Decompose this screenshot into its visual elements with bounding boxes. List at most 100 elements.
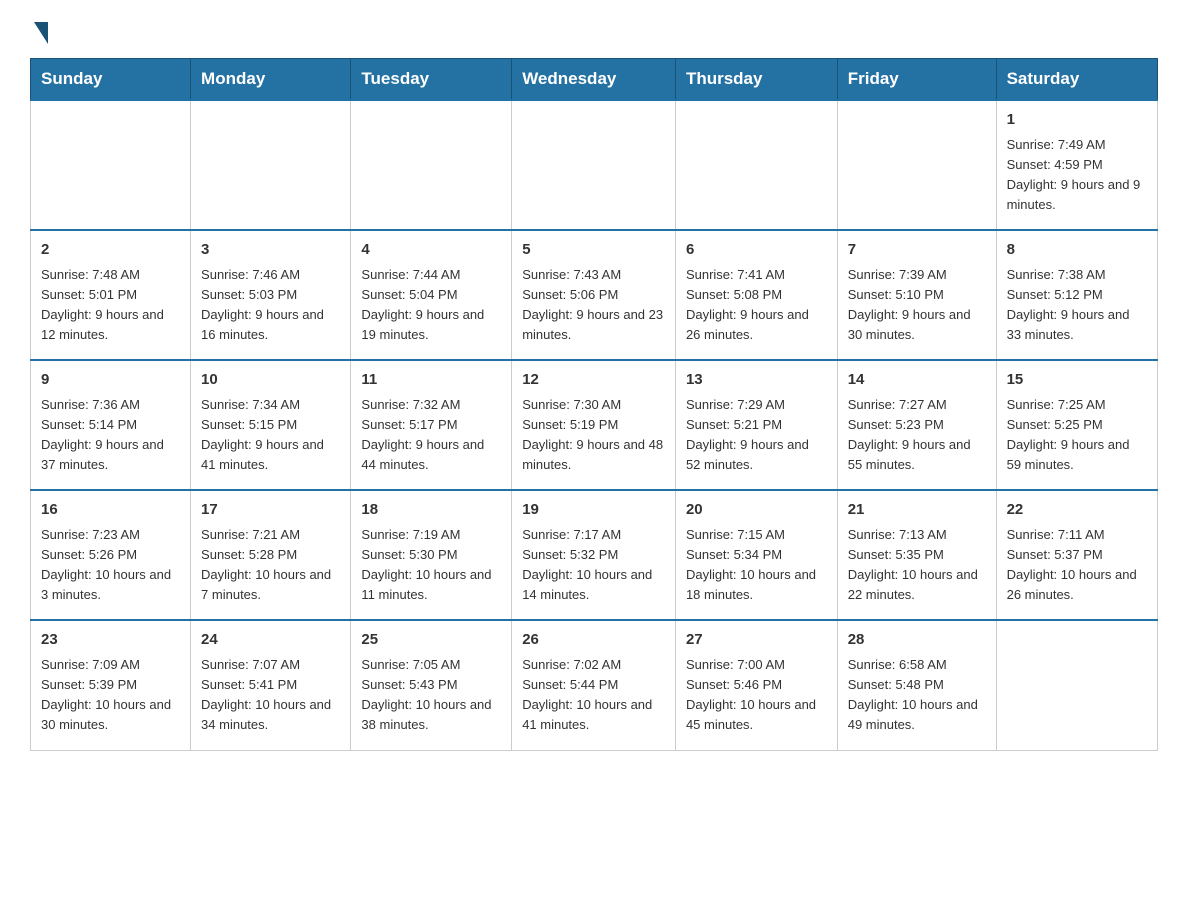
day-info: Sunrise: 7:48 AMSunset: 5:01 PMDaylight:… <box>41 265 180 346</box>
day-number: 8 <box>1007 239 1147 262</box>
day-number: 26 <box>522 629 665 652</box>
day-number: 24 <box>201 629 340 652</box>
day-info: Sunrise: 7:49 AMSunset: 4:59 PMDaylight:… <box>1007 135 1147 216</box>
calendar-cell <box>351 100 512 230</box>
day-number: 15 <box>1007 369 1147 392</box>
weekday-header-saturday: Saturday <box>996 59 1157 101</box>
calendar-cell: 1 Sunrise: 7:49 AMSunset: 4:59 PMDaylight… <box>996 100 1157 230</box>
weekday-header-sunday: Sunday <box>31 59 191 101</box>
calendar-header-row: SundayMondayTuesdayWednesdayThursdayFrid… <box>31 59 1158 101</box>
day-number: 22 <box>1007 499 1147 522</box>
calendar-cell: 22Sunrise: 7:11 AMSunset: 5:37 PMDayligh… <box>996 490 1157 620</box>
day-info: Sunrise: 7:38 AMSunset: 5:12 PMDaylight:… <box>1007 265 1147 346</box>
calendar-cell: 7 Sunrise: 7:39 AMSunset: 5:10 PMDaylight… <box>837 230 996 360</box>
day-info: Sunrise: 7:36 AMSunset: 5:14 PMDaylight:… <box>41 395 180 476</box>
day-info: Sunrise: 7:39 AMSunset: 5:10 PMDaylight:… <box>848 265 986 346</box>
day-number: 19 <box>522 499 665 522</box>
day-number: 23 <box>41 629 180 652</box>
calendar-cell: 10Sunrise: 7:34 AMSunset: 5:15 PMDayligh… <box>191 360 351 490</box>
calendar-cell: 2Sunrise: 7:48 AMSunset: 5:01 PMDaylight… <box>31 230 191 360</box>
weekday-header-friday: Friday <box>837 59 996 101</box>
day-number: 16 <box>41 499 180 522</box>
day-info: Sunrise: 7:09 AMSunset: 5:39 PMDaylight:… <box>41 655 180 736</box>
calendar-cell: 13Sunrise: 7:29 AMSunset: 5:21 PMDayligh… <box>675 360 837 490</box>
calendar-cell: 5 Sunrise: 7:43 AMSunset: 5:06 PMDaylight… <box>512 230 676 360</box>
calendar-cell: 16 Sunrise: 7:23 AMSunset: 5:26 PMDayligh… <box>31 490 191 620</box>
day-number: 20 <box>686 499 827 522</box>
weekday-header-tuesday: Tuesday <box>351 59 512 101</box>
calendar-cell: 20 Sunrise: 7:15 AMSunset: 5:34 PMDayligh… <box>675 490 837 620</box>
calendar-week-row: 2Sunrise: 7:48 AMSunset: 5:01 PMDaylight… <box>31 230 1158 360</box>
calendar-week-row: 9 Sunrise: 7:36 AMSunset: 5:14 PMDaylight… <box>31 360 1158 490</box>
calendar-cell: 23 Sunrise: 7:09 AMSunset: 5:39 PMDayligh… <box>31 620 191 750</box>
day-number: 5 <box>522 239 665 262</box>
day-number: 3 <box>201 239 340 262</box>
day-info: Sunrise: 7:05 AMSunset: 5:43 PMDaylight:… <box>361 655 501 736</box>
calendar-week-row: 23 Sunrise: 7:09 AMSunset: 5:39 PMDayligh… <box>31 620 1158 750</box>
calendar-cell: 24Sunrise: 7:07 AMSunset: 5:41 PMDayligh… <box>191 620 351 750</box>
calendar-cell: 19 Sunrise: 7:17 AMSunset: 5:32 PMDayligh… <box>512 490 676 620</box>
day-info: Sunrise: 7:19 AMSunset: 5:30 PMDaylight:… <box>361 525 501 606</box>
calendar-cell: 6 Sunrise: 7:41 AMSunset: 5:08 PMDaylight… <box>675 230 837 360</box>
calendar-cell: 8 Sunrise: 7:38 AMSunset: 5:12 PMDaylight… <box>996 230 1157 360</box>
weekday-header-wednesday: Wednesday <box>512 59 676 101</box>
logo <box>30 20 48 40</box>
calendar-cell <box>512 100 676 230</box>
day-info: Sunrise: 7:13 AMSunset: 5:35 PMDaylight:… <box>848 525 986 606</box>
calendar-cell: 3 Sunrise: 7:46 AMSunset: 5:03 PMDaylight… <box>191 230 351 360</box>
day-info: Sunrise: 7:23 AMSunset: 5:26 PMDaylight:… <box>41 525 180 606</box>
day-number: 14 <box>848 369 986 392</box>
day-info: Sunrise: 7:43 AMSunset: 5:06 PMDaylight:… <box>522 265 665 346</box>
calendar-cell: 14 Sunrise: 7:27 AMSunset: 5:23 PMDayligh… <box>837 360 996 490</box>
calendar-cell: 26 Sunrise: 7:02 AMSunset: 5:44 PMDayligh… <box>512 620 676 750</box>
calendar-cell: 9 Sunrise: 7:36 AMSunset: 5:14 PMDaylight… <box>31 360 191 490</box>
day-info: Sunrise: 7:21 AMSunset: 5:28 PMDaylight:… <box>201 525 340 606</box>
day-number: 6 <box>686 239 827 262</box>
day-info: Sunrise: 7:00 AMSunset: 5:46 PMDaylight:… <box>686 655 827 736</box>
day-info: Sunrise: 7:02 AMSunset: 5:44 PMDaylight:… <box>522 655 665 736</box>
page-header <box>30 20 1158 40</box>
day-info: Sunrise: 7:27 AMSunset: 5:23 PMDaylight:… <box>848 395 986 476</box>
logo-triangle-icon <box>34 22 48 44</box>
day-info: Sunrise: 7:44 AMSunset: 5:04 PMDaylight:… <box>361 265 501 346</box>
weekday-header-thursday: Thursday <box>675 59 837 101</box>
calendar-cell: 28 Sunrise: 6:58 AMSunset: 5:48 PMDayligh… <box>837 620 996 750</box>
calendar-cell: 4 Sunrise: 7:44 AMSunset: 5:04 PMDaylight… <box>351 230 512 360</box>
day-info: Sunrise: 6:58 AMSunset: 5:48 PMDaylight:… <box>848 655 986 736</box>
day-number: 18 <box>361 499 501 522</box>
day-number: 28 <box>848 629 986 652</box>
calendar-cell: 21 Sunrise: 7:13 AMSunset: 5:35 PMDayligh… <box>837 490 996 620</box>
calendar-week-row: 16 Sunrise: 7:23 AMSunset: 5:26 PMDayligh… <box>31 490 1158 620</box>
day-info: Sunrise: 7:15 AMSunset: 5:34 PMDaylight:… <box>686 525 827 606</box>
day-info: Sunrise: 7:46 AMSunset: 5:03 PMDaylight:… <box>201 265 340 346</box>
day-number: 13 <box>686 369 827 392</box>
calendar-cell <box>31 100 191 230</box>
day-info: Sunrise: 7:17 AMSunset: 5:32 PMDaylight:… <box>522 525 665 606</box>
day-number: 7 <box>848 239 986 262</box>
day-number: 10 <box>201 369 340 392</box>
day-number: 17 <box>201 499 340 522</box>
calendar-cell <box>837 100 996 230</box>
calendar-cell <box>996 620 1157 750</box>
calendar-cell: 25 Sunrise: 7:05 AMSunset: 5:43 PMDayligh… <box>351 620 512 750</box>
day-number: 27 <box>686 629 827 652</box>
calendar-cell: 27 Sunrise: 7:00 AMSunset: 5:46 PMDayligh… <box>675 620 837 750</box>
calendar-cell <box>191 100 351 230</box>
weekday-header-monday: Monday <box>191 59 351 101</box>
day-info: Sunrise: 7:32 AMSunset: 5:17 PMDaylight:… <box>361 395 501 476</box>
day-number: 12 <box>522 369 665 392</box>
calendar-cell: 15 Sunrise: 7:25 AMSunset: 5:25 PMDayligh… <box>996 360 1157 490</box>
day-info: Sunrise: 7:25 AMSunset: 5:25 PMDaylight:… <box>1007 395 1147 476</box>
calendar-cell: 17 Sunrise: 7:21 AMSunset: 5:28 PMDayligh… <box>191 490 351 620</box>
calendar-cell: 18 Sunrise: 7:19 AMSunset: 5:30 PMDayligh… <box>351 490 512 620</box>
day-number: 4 <box>361 239 501 262</box>
day-number: 1 <box>1007 109 1147 132</box>
calendar-week-row: 1 Sunrise: 7:49 AMSunset: 4:59 PMDaylight… <box>31 100 1158 230</box>
calendar-cell: 11 Sunrise: 7:32 AMSunset: 5:17 PMDayligh… <box>351 360 512 490</box>
calendar-cell <box>675 100 837 230</box>
day-number: 21 <box>848 499 986 522</box>
day-number: 11 <box>361 369 501 392</box>
day-number: 25 <box>361 629 501 652</box>
day-info: Sunrise: 7:41 AMSunset: 5:08 PMDaylight:… <box>686 265 827 346</box>
day-number: 9 <box>41 369 180 392</box>
